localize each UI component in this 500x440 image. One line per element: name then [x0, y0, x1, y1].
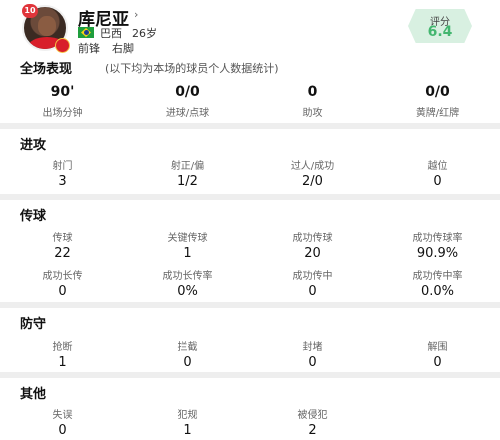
stat-shots-on-off: 射正/偏 1/2 — [125, 157, 250, 189]
section-divider — [0, 194, 500, 200]
stat-label: 进球/点球 — [165, 108, 210, 119]
stat-value: 2 — [308, 423, 317, 438]
stat-value: 0% — [177, 284, 198, 299]
stat-value: 0/0 — [175, 84, 200, 100]
stat-label: 越位 — [427, 161, 448, 172]
stat-value: 0 — [183, 355, 192, 370]
stat-label: 被侵犯 — [297, 410, 328, 421]
stat-cross-accuracy: 成功传中率 0.0% — [375, 267, 500, 299]
section-divider — [0, 123, 500, 129]
stat-label: 成功长传 — [42, 271, 83, 282]
player-position: 前锋 — [78, 42, 100, 55]
stat-passes: 传球 22 — [0, 229, 125, 261]
other-title: 其他 — [20, 387, 47, 402]
stat-successful-passes: 成功传球 20 — [250, 229, 375, 261]
stat-fouled: 被侵犯 2 — [250, 406, 375, 438]
stat-cards: 0/0 黄牌/红牌 — [375, 84, 500, 119]
stat-value: 0/0 — [425, 84, 450, 100]
defense-title: 防守 — [20, 317, 47, 332]
stat-value: 0 — [308, 355, 317, 370]
stat-label: 黄牌/红牌 — [415, 108, 460, 119]
stat-label: 成功传中率 — [412, 271, 463, 282]
stat-label: 成功长传率 — [162, 271, 213, 282]
club-crest-icon — [55, 38, 70, 53]
stat-label: 成功传球率 — [412, 233, 463, 244]
stat-value: 0 — [58, 423, 67, 438]
stat-value: 90.9% — [416, 246, 459, 261]
stat-value: 2/0 — [302, 174, 323, 189]
stat-label: 过人/成功 — [290, 161, 335, 172]
stat-blocks: 封堵 0 — [250, 338, 375, 370]
stat-tackles: 抢断 1 — [0, 338, 125, 370]
stat-label: 成功传中 — [292, 271, 333, 282]
stat-value: 90' — [50, 84, 75, 100]
jersey-number-badge: 10 — [22, 4, 38, 18]
stat-crosses: 成功传中 0 — [250, 267, 375, 299]
stat-value: 1/2 — [177, 174, 198, 189]
stat-interceptions: 拦截 0 — [125, 338, 250, 370]
passing-title: 传球 — [20, 209, 47, 224]
player-header: 10 库尼亚 › 巴西 26岁 前锋 右脚 评分 6.4 — [0, 0, 500, 55]
rating-badge: 评分 6.4 — [408, 9, 472, 43]
stat-value: 1 — [183, 423, 192, 438]
stat-label: 传球 — [52, 233, 73, 244]
stat-label: 出场分钟 — [42, 108, 83, 119]
stat-value: 0.0% — [420, 284, 455, 299]
player-preferred-foot: 右脚 — [112, 42, 134, 55]
avatar-face — [38, 16, 56, 36]
overview-subtitle: (以下均为本场的球员个人数据统计) — [105, 62, 279, 75]
stat-value: 1 — [58, 355, 67, 370]
stat-label: 关键传球 — [167, 233, 208, 244]
stat-label: 成功传球 — [292, 233, 333, 244]
stat-offsides: 越位 0 — [375, 157, 500, 189]
stat-label: 射正/偏 — [170, 161, 205, 172]
overview-title: 全场表现 — [20, 62, 73, 77]
section-divider — [0, 302, 500, 308]
section-divider — [0, 372, 500, 378]
stat-value: 3 — [58, 174, 67, 189]
stat-value: 0 — [307, 84, 318, 100]
stat-fouls: 犯规 1 — [125, 406, 250, 438]
overview-stats: 90' 出场分钟 0/0 进球/点球 0 助攻 0/0 黄牌/红牌 — [0, 84, 500, 119]
stat-label: 助攻 — [302, 108, 323, 119]
stat-label: 拦截 — [177, 342, 198, 353]
stat-value: 20 — [304, 246, 321, 261]
stat-goals-penalties: 0/0 进球/点球 — [125, 84, 250, 119]
stat-errors: 失误 0 — [0, 406, 125, 438]
stat-key-passes: 关键传球 1 — [125, 229, 250, 261]
stat-label: 射门 — [52, 161, 73, 172]
stat-value: 0 — [308, 284, 317, 299]
stat-assists: 0 助攻 — [250, 84, 375, 119]
player-avatar[interactable]: 10 — [22, 4, 70, 53]
player-age: 26岁 — [132, 27, 157, 40]
brazil-flag-icon — [78, 27, 94, 38]
stat-pass-accuracy: 成功传球率 90.9% — [375, 229, 500, 261]
stat-label: 抢断 — [52, 342, 73, 353]
stat-clearances: 解围 0 — [375, 338, 500, 370]
attack-title: 进攻 — [20, 138, 47, 153]
stat-minutes: 90' 出场分钟 — [0, 84, 125, 119]
stat-value: 0 — [433, 174, 442, 189]
stat-label: 失误 — [52, 410, 73, 421]
stat-value: 0 — [433, 355, 442, 370]
stat-long-balls: 成功长传 0 — [0, 267, 125, 299]
player-country: 巴西 — [100, 27, 122, 40]
chevron-right-icon[interactable]: › — [134, 8, 138, 21]
stat-label: 犯规 — [177, 410, 198, 421]
stat-shots: 射门 3 — [0, 157, 125, 189]
stat-value: 0 — [58, 284, 67, 299]
stat-label: 解围 — [427, 342, 448, 353]
stat-value: 22 — [54, 246, 71, 261]
stat-value: 1 — [183, 246, 192, 261]
stat-long-ball-accuracy: 成功长传率 0% — [125, 267, 250, 299]
rating-value: 6.4 — [427, 24, 453, 40]
stat-dribbles: 过人/成功 2/0 — [250, 157, 375, 189]
stat-label: 封堵 — [302, 342, 323, 353]
